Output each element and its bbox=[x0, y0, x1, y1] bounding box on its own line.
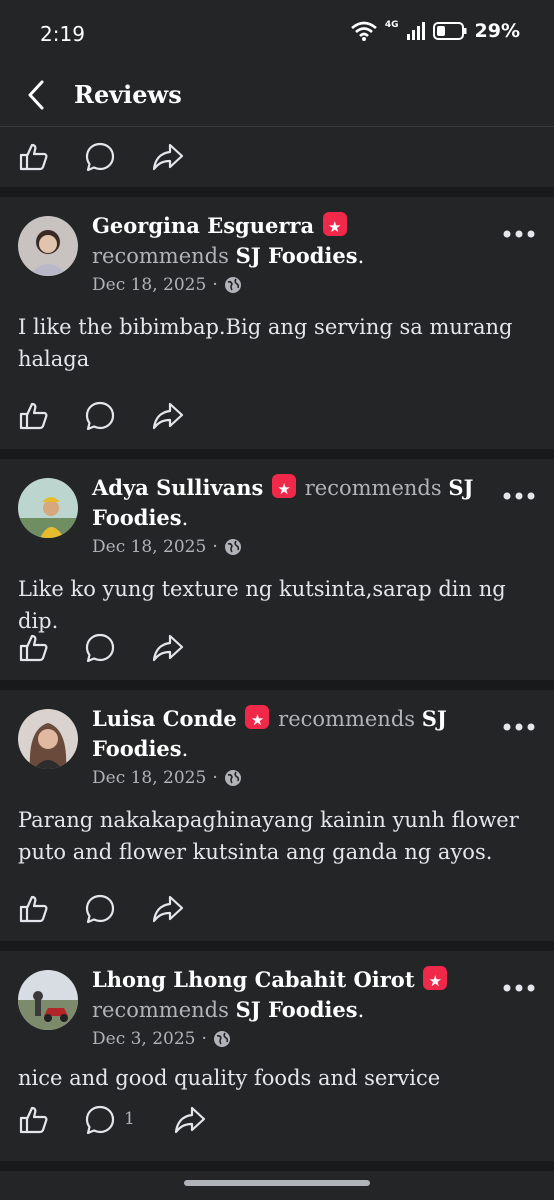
comment-icon bbox=[85, 633, 115, 663]
like-icon bbox=[19, 143, 48, 171]
post-date[interactable]: Dec 3, 2025 bbox=[92, 1029, 196, 1049]
share-icon bbox=[152, 402, 184, 430]
review-post: Georgina Esguerra recommends SJ Foodies.… bbox=[0, 197, 554, 449]
reviewer-name[interactable]: Lhong Lhong Cabahit Oirot bbox=[92, 967, 415, 992]
post-date[interactable]: Dec 18, 2025 bbox=[92, 537, 206, 557]
status-bar: 2:19 4G 29% bbox=[0, 0, 554, 66]
star-badge-icon bbox=[322, 212, 347, 242]
app-header: Reviews bbox=[0, 66, 554, 127]
avatar[interactable] bbox=[18, 970, 78, 1030]
divider bbox=[0, 1161, 554, 1171]
wifi-icon bbox=[351, 21, 377, 41]
star-badge-icon bbox=[272, 474, 297, 504]
review-text: Like ko yung texture ng kutsinta,sarap d… bbox=[18, 577, 506, 633]
comment-icon bbox=[85, 142, 115, 172]
post-header: Adya Sullivans recommends SJ Foodies. bbox=[92, 473, 474, 533]
page-title: Reviews bbox=[74, 80, 182, 109]
like-icon bbox=[19, 402, 48, 430]
recommends-label: recommends bbox=[92, 244, 229, 268]
star-badge-icon bbox=[245, 705, 270, 735]
divider bbox=[0, 680, 554, 690]
globe-icon bbox=[224, 277, 241, 293]
comment-icon bbox=[85, 401, 115, 431]
comment-button[interactable] bbox=[84, 893, 116, 925]
more-icon[interactable] bbox=[502, 721, 536, 733]
like-button[interactable] bbox=[18, 632, 50, 664]
post-header: Lhong Lhong Cabahit Oirot recommends SJ … bbox=[92, 965, 474, 1025]
review-post: Lhong Lhong Cabahit Oirot recommends SJ … bbox=[0, 951, 554, 1161]
review-text: Parang nakakapaghinayang kainin yunh flo… bbox=[18, 808, 519, 864]
share-button[interactable] bbox=[152, 893, 184, 925]
share-icon bbox=[174, 1106, 206, 1134]
review-text: nice and good quality foods and service bbox=[18, 1066, 441, 1090]
comment-button[interactable] bbox=[84, 400, 116, 432]
reviews-feed: Georgina Esguerra recommends SJ Foodies.… bbox=[0, 127, 554, 1171]
avatar[interactable] bbox=[18, 709, 78, 769]
more-icon[interactable] bbox=[502, 228, 536, 240]
globe-icon bbox=[224, 539, 241, 555]
post-actions bbox=[0, 127, 554, 187]
more-icon[interactable] bbox=[502, 982, 536, 994]
post-header: Luisa Conde recommends SJ Foodies. bbox=[92, 704, 474, 764]
like-button[interactable] bbox=[18, 141, 50, 173]
reviewer-name[interactable]: Georgina Esguerra bbox=[92, 213, 314, 238]
page-name[interactable]: SJ Foodies bbox=[236, 243, 358, 268]
post-meta: Dec 18, 2025 · bbox=[92, 537, 242, 557]
post-meta: Dec 18, 2025 · bbox=[92, 275, 242, 295]
review-post: Adya Sullivans recommends SJ Foodies. De… bbox=[0, 459, 554, 680]
like-icon bbox=[19, 895, 48, 923]
post-meta: Dec 18, 2025 · bbox=[92, 768, 242, 788]
like-button[interactable] bbox=[18, 400, 50, 432]
share-icon bbox=[152, 634, 184, 662]
like-button[interactable] bbox=[18, 1104, 50, 1136]
reviewer-name[interactable]: Adya Sullivans bbox=[92, 475, 263, 500]
divider bbox=[0, 941, 554, 951]
comment-button[interactable] bbox=[84, 632, 116, 664]
recommends-label: recommends bbox=[92, 998, 229, 1022]
divider bbox=[0, 449, 554, 459]
share-icon bbox=[152, 895, 184, 923]
home-indicator[interactable] bbox=[184, 1180, 370, 1186]
signal-icon bbox=[406, 22, 425, 40]
network-type: 4G bbox=[384, 20, 399, 30]
share-icon bbox=[152, 143, 184, 171]
post-header: Georgina Esguerra recommends SJ Foodies. bbox=[92, 211, 474, 271]
share-button[interactable] bbox=[152, 632, 184, 664]
more-icon[interactable] bbox=[502, 490, 536, 502]
recommends-label: recommends bbox=[304, 476, 442, 500]
share-button[interactable] bbox=[152, 400, 184, 432]
page-name[interactable]: SJ Foodies bbox=[236, 997, 358, 1022]
status-time: 2:19 bbox=[40, 22, 85, 46]
comment-icon bbox=[85, 1105, 115, 1135]
comment-button[interactable] bbox=[84, 1104, 116, 1136]
star-badge-icon bbox=[423, 966, 448, 996]
comment-button[interactable] bbox=[84, 141, 116, 173]
battery-percent: 29% bbox=[474, 20, 520, 42]
battery-icon bbox=[432, 22, 467, 40]
globe-icon bbox=[213, 1031, 230, 1047]
avatar[interactable] bbox=[18, 216, 78, 276]
avatar[interactable] bbox=[18, 478, 78, 538]
comment-icon bbox=[85, 894, 115, 924]
globe-icon bbox=[224, 770, 241, 786]
like-icon bbox=[19, 1106, 48, 1134]
share-button[interactable] bbox=[174, 1104, 206, 1136]
post-date[interactable]: Dec 18, 2025 bbox=[92, 768, 206, 788]
reviewer-name[interactable]: Luisa Conde bbox=[92, 706, 237, 731]
status-icons: 4G 29% bbox=[351, 20, 520, 42]
like-button[interactable] bbox=[18, 893, 50, 925]
like-icon bbox=[19, 634, 48, 662]
post-date[interactable]: Dec 18, 2025 bbox=[92, 275, 206, 295]
share-button[interactable] bbox=[152, 141, 184, 173]
post-meta: Dec 3, 2025 · bbox=[92, 1029, 231, 1049]
back-icon[interactable] bbox=[22, 78, 52, 112]
review-text: I like the bibimbap.Big ang serving sa m… bbox=[18, 315, 513, 371]
review-post: Luisa Conde recommends SJ Foodies. Dec 1… bbox=[0, 690, 554, 941]
recommends-label: recommends bbox=[278, 707, 416, 731]
divider bbox=[0, 187, 554, 197]
comment-count[interactable]: 1 bbox=[124, 1109, 135, 1129]
